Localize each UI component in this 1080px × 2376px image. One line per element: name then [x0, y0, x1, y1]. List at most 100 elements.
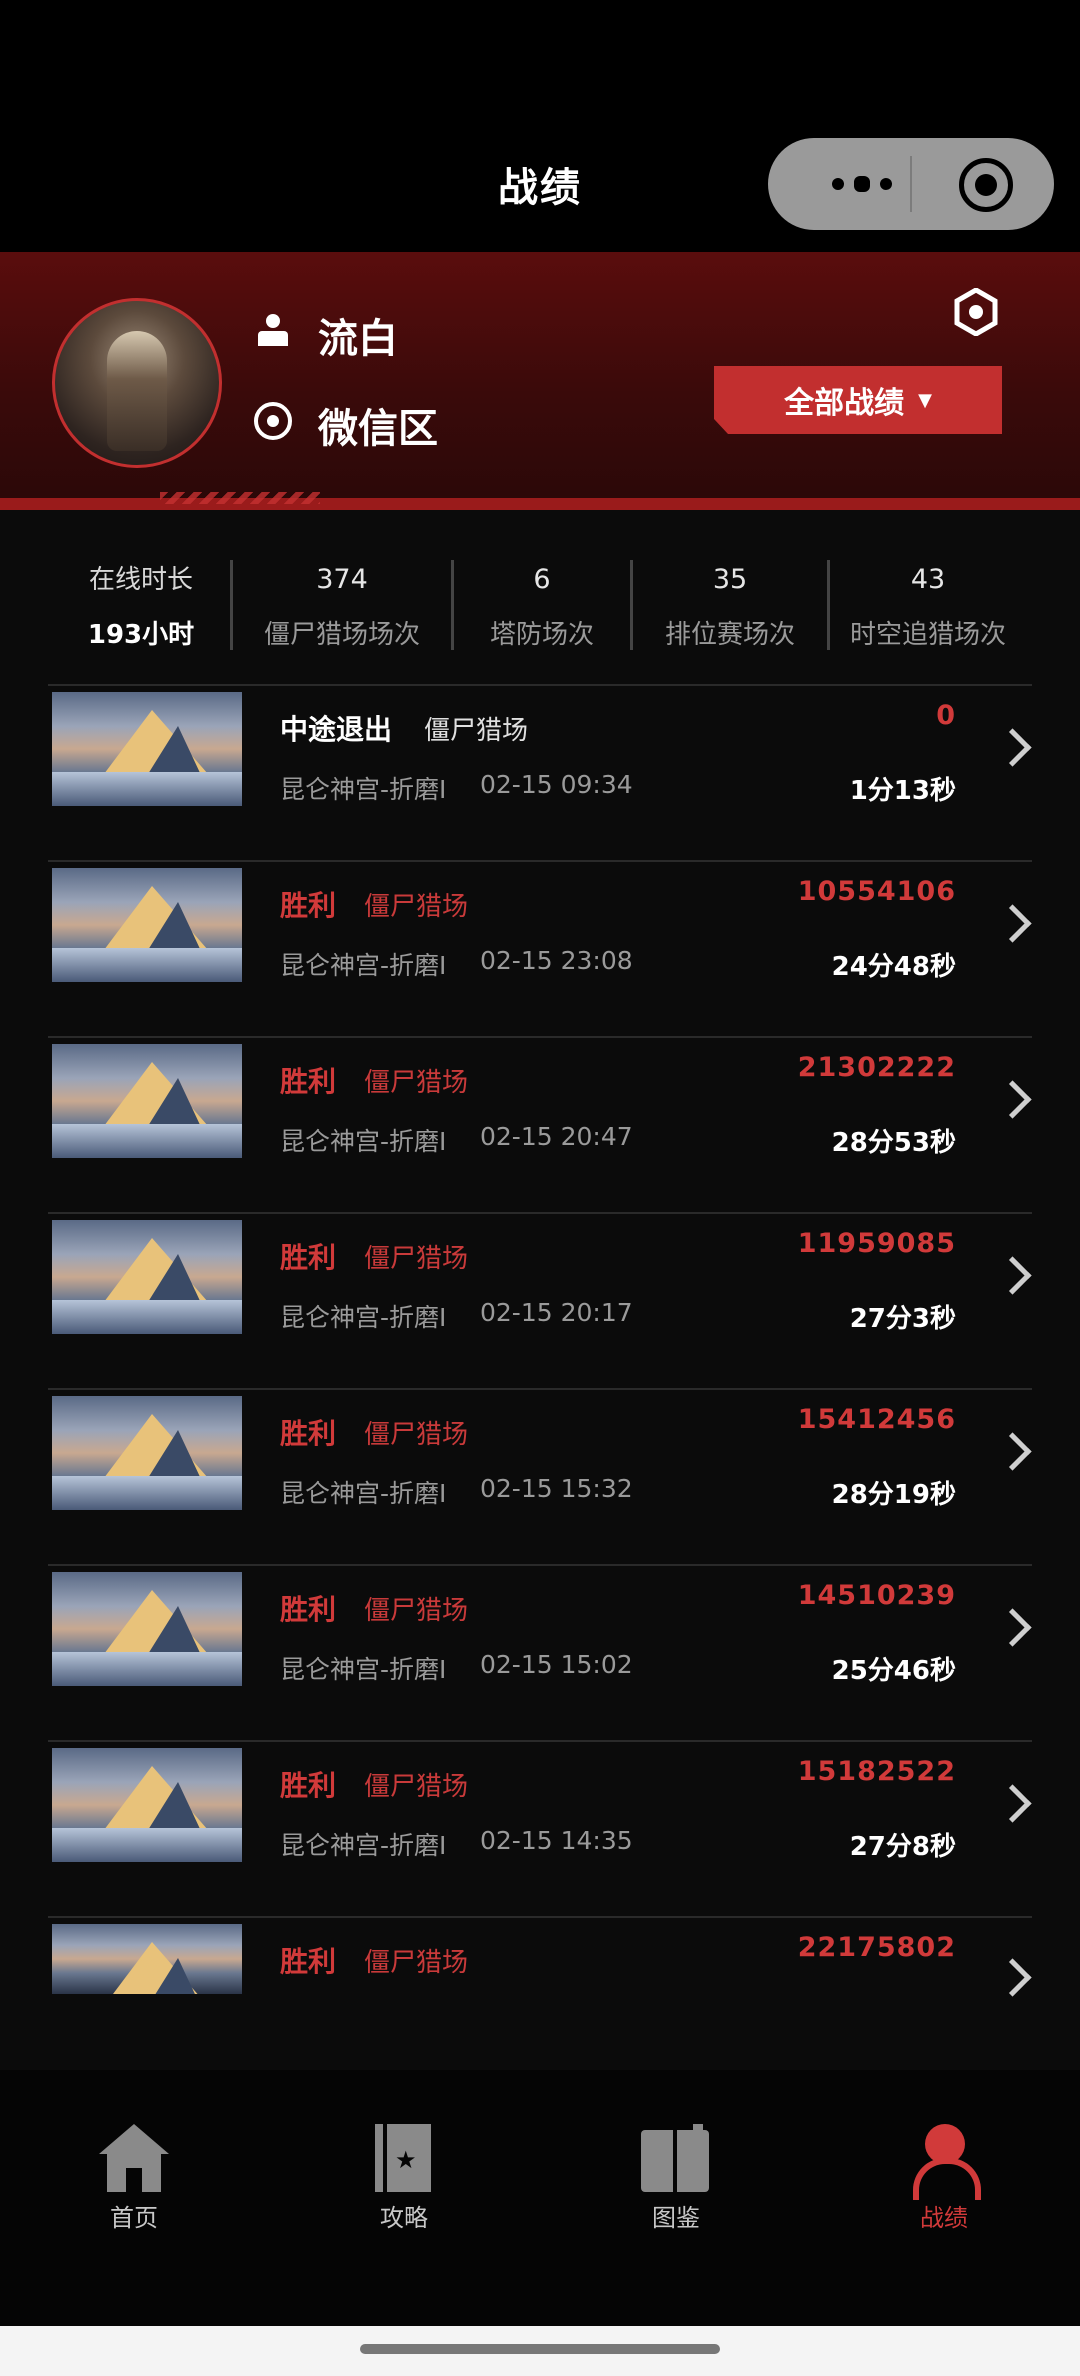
- record-row[interactable]: 胜利 僵尸猎场 昆仑神宫-折磨I 02-15 20:17 11959085 27…: [48, 1212, 1032, 1388]
- record-time: 02-15 15:32: [480, 1474, 633, 1503]
- close-capsule-icon[interactable]: [959, 158, 1013, 212]
- record-mode: 僵尸猎场: [364, 1068, 469, 1098]
- record-row[interactable]: 中途退出 僵尸猎场 昆仑神宫-折磨I 02-15 09:34 0 1分13秒: [48, 684, 1032, 860]
- record-time: 02-15 20:47: [480, 1122, 633, 1151]
- stat-value: 35: [712, 564, 748, 595]
- record-map: 昆仑神宫-折磨I: [280, 1303, 447, 1332]
- record-map: 昆仑神宫-折磨I: [280, 1479, 447, 1508]
- decor-stripes: [160, 492, 320, 504]
- chevron-right-icon: [993, 1958, 1032, 1997]
- tab-label: 首页: [110, 2204, 158, 2232]
- record-row[interactable]: 胜利 僵尸猎场 昆仑神宫-折磨I 02-15 15:32 15412456 28…: [48, 1388, 1032, 1564]
- map-thumbnail: [52, 692, 242, 806]
- filter-label: 全部战绩: [784, 386, 905, 421]
- map-thumbnail: [52, 868, 242, 982]
- record-status: 胜利: [280, 1417, 337, 1450]
- tab-label: 战绩: [920, 2204, 968, 2232]
- stat-tower-defense: 6 塔防场次: [454, 560, 630, 652]
- map-thumbnail: [52, 1748, 242, 1862]
- map-thumbnail: [52, 1220, 242, 1334]
- record-score: 10554106: [797, 876, 956, 907]
- stat-value: 193小时: [87, 620, 195, 650]
- record-status: 胜利: [280, 1769, 337, 1802]
- record-duration: 27分8秒: [849, 1832, 956, 1862]
- record-map: 昆仑神宫-折磨I: [280, 951, 447, 980]
- chevron-right-icon: [993, 1608, 1032, 1647]
- tab-label: 图鉴: [652, 2204, 700, 2232]
- record-map: 昆仑神宫-折磨I: [280, 775, 447, 804]
- map-thumbnail: [52, 1044, 242, 1158]
- record-score: 0: [936, 700, 956, 731]
- record-row[interactable]: 胜利 僵尸猎场 昆仑神宫-折磨I 02-15 23:08 10554106 24…: [48, 860, 1032, 1036]
- more-icon[interactable]: [824, 168, 904, 200]
- record-status: 胜利: [280, 1593, 337, 1626]
- record-mode: 僵尸猎场: [364, 1772, 469, 1802]
- chevron-right-icon: [993, 1784, 1032, 1823]
- tab-guide[interactable]: ★ 攻略: [344, 2124, 464, 2233]
- map-thumbnail: [52, 1924, 242, 1994]
- record-duration: 1分13秒: [849, 776, 956, 806]
- username: 流白: [318, 316, 398, 362]
- map-thumbnail: [52, 1572, 242, 1686]
- stat-label: 排位赛场次: [664, 620, 795, 650]
- record-row[interactable]: 胜利 僵尸猎场 昆仑神宫-折磨I 02-15 20:47 21302222 28…: [48, 1036, 1032, 1212]
- user-icon: [256, 314, 290, 348]
- stat-label: 在线时长: [88, 565, 193, 595]
- record-status: 胜利: [280, 1945, 337, 1978]
- stat-label: 时空追猎场次: [849, 620, 1006, 650]
- stat-label: 僵尸猎场场次: [263, 620, 420, 650]
- tab-home[interactable]: 首页: [74, 2124, 194, 2233]
- tab-atlas[interactable]: 图鉴: [616, 2124, 736, 2233]
- record-duration: 28分19秒: [831, 1480, 956, 1510]
- region-target-icon: [254, 402, 292, 440]
- record-map: 昆仑神宫-折磨I: [280, 1127, 447, 1156]
- record-mode: 僵尸猎场: [364, 1596, 469, 1626]
- record-time: 02-15 15:02: [480, 1650, 633, 1679]
- avatar[interactable]: [52, 298, 222, 468]
- record-row[interactable]: 胜利 僵尸猎场 22175802: [48, 1916, 1032, 2028]
- tab-records[interactable]: 战绩: [884, 2124, 1004, 2233]
- guide-book-icon: ★: [369, 2124, 439, 2194]
- chevron-right-icon: [993, 1080, 1032, 1119]
- chevron-right-icon: [993, 1256, 1032, 1295]
- record-score: 15182522: [797, 1756, 956, 1787]
- record-mode: 僵尸猎场: [424, 716, 529, 746]
- record-mode: 僵尸猎场: [364, 892, 469, 922]
- stat-value: 374: [316, 564, 368, 595]
- record-score: 22175802: [797, 1932, 956, 1963]
- home-icon: [99, 2124, 169, 2194]
- record-status: 胜利: [280, 889, 337, 922]
- record-time: 02-15 23:08: [480, 946, 633, 975]
- record-status: 中途退出: [280, 713, 393, 746]
- stats-bar: 在线时长 193小时 374 僵尸猎场场次 6 塔防场次 35 排位赛场次 43…: [52, 560, 1028, 652]
- record-filter-button[interactable]: 全部战绩 ▼: [714, 366, 1002, 434]
- stat-value: 43: [910, 564, 946, 595]
- record-user-icon: [909, 2124, 981, 2200]
- record-duration: 28分53秒: [831, 1128, 956, 1158]
- record-map: 昆仑神宫-折磨I: [280, 1655, 447, 1684]
- record-mode: 僵尸猎场: [364, 1244, 469, 1274]
- record-mode: 僵尸猎场: [364, 1420, 469, 1450]
- record-list: 中途退出 僵尸猎场 昆仑神宫-折磨I 02-15 09:34 0 1分13秒 胜…: [48, 684, 1032, 2028]
- settings-hex-icon[interactable]: [954, 288, 998, 336]
- stat-zombie-hunt: 374 僵尸猎场场次: [233, 560, 451, 652]
- stat-label: 塔防场次: [489, 620, 594, 650]
- stat-time-hunt: 43 时空追猎场次: [830, 560, 1026, 652]
- stat-value: 6: [533, 564, 551, 595]
- record-time: 02-15 09:34: [480, 770, 633, 799]
- chevron-right-icon: [993, 904, 1032, 943]
- record-duration: 25分46秒: [831, 1656, 956, 1686]
- record-status: 胜利: [280, 1241, 337, 1274]
- record-duration: 24分48秒: [831, 952, 956, 982]
- tab-label: 攻略: [380, 2204, 428, 2232]
- region-name: 微信区: [318, 406, 438, 452]
- mini-program-capsule: [768, 138, 1054, 230]
- record-time: 02-15 20:17: [480, 1298, 633, 1327]
- stat-online-time: 在线时长 193小时: [52, 560, 230, 652]
- home-indicator[interactable]: [360, 2344, 720, 2354]
- record-time: 02-15 14:35: [480, 1826, 633, 1855]
- record-duration: 27分3秒: [849, 1304, 956, 1334]
- record-row[interactable]: 胜利 僵尸猎场 昆仑神宫-折磨I 02-15 15:02 14510239 25…: [48, 1564, 1032, 1740]
- record-row[interactable]: 胜利 僵尸猎场 昆仑神宫-折磨I 02-15 14:35 15182522 27…: [48, 1740, 1032, 1916]
- caret-down-icon: ▼: [918, 389, 932, 411]
